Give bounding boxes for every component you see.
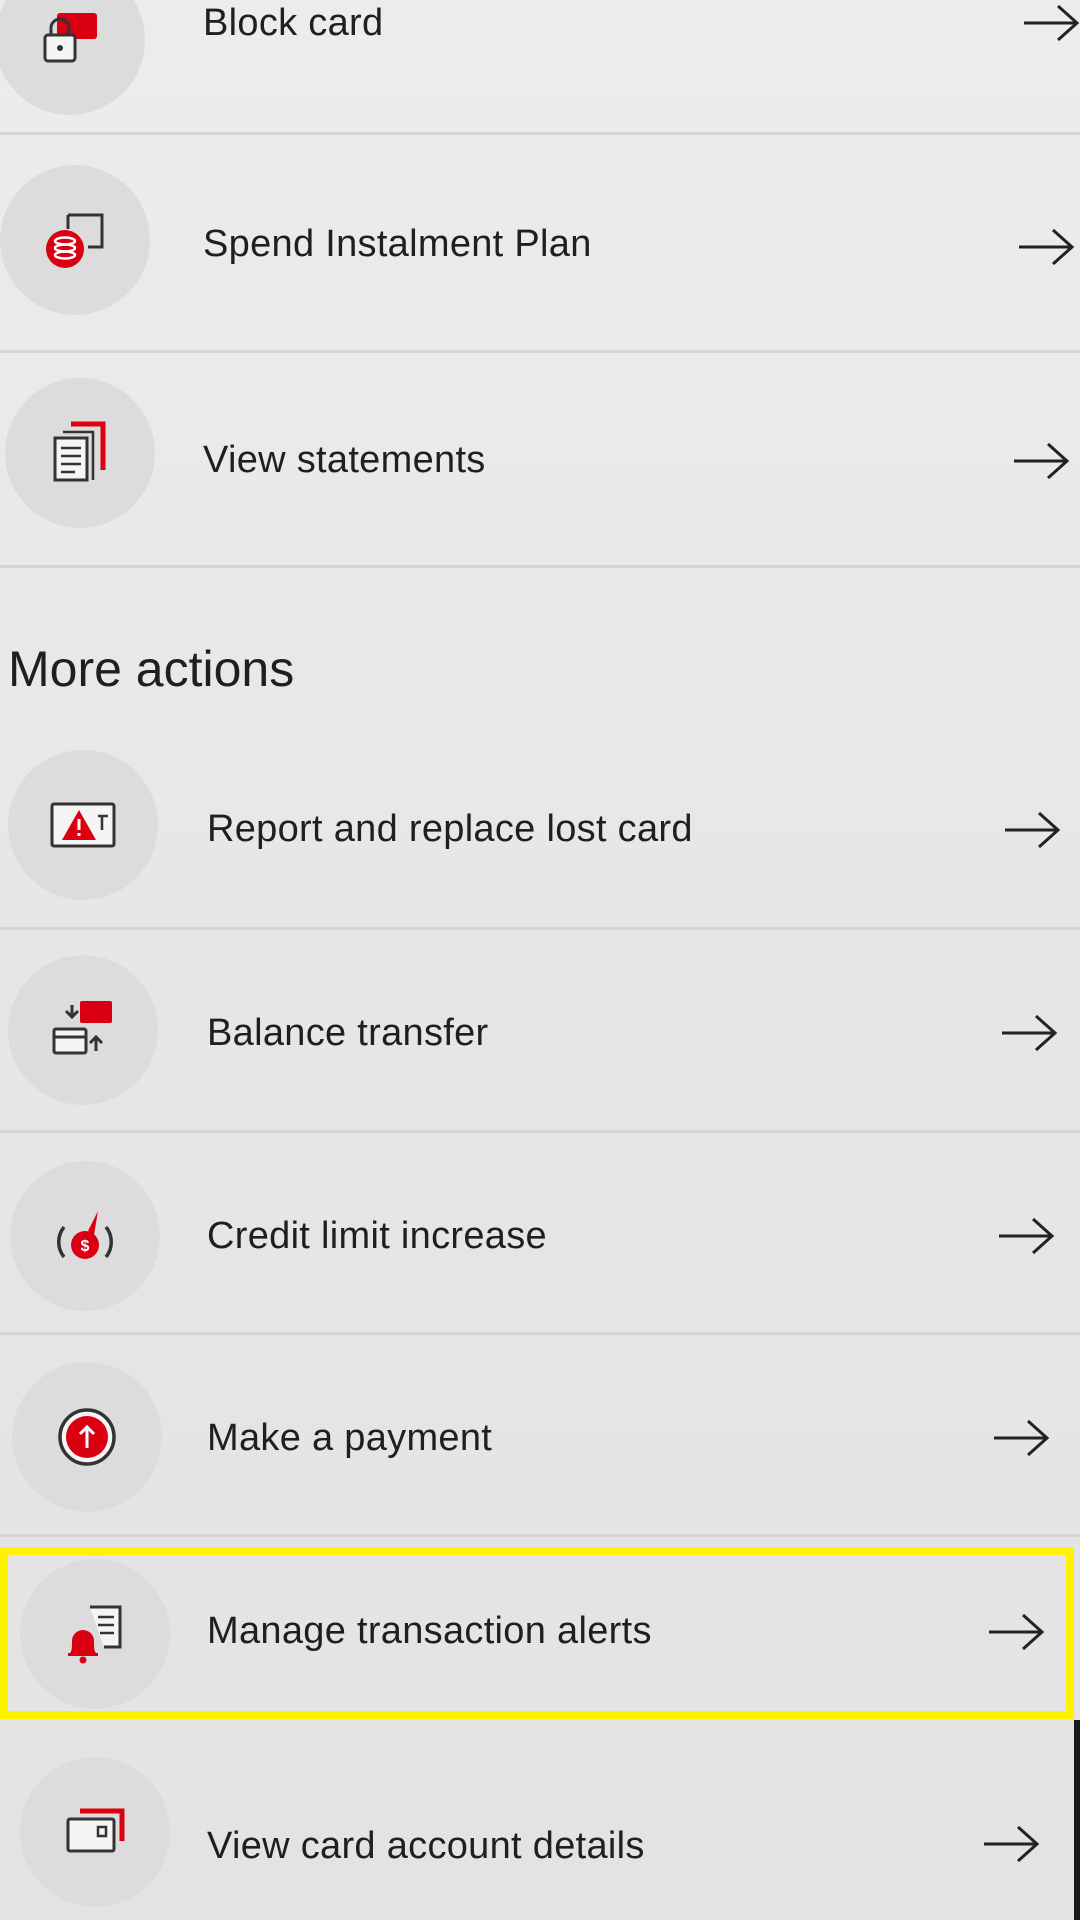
lock-card-icon	[43, 13, 97, 63]
statement-document-icon	[53, 421, 106, 482]
block-card-label: Block card	[203, 2, 384, 44]
arrow-right-icon	[1005, 811, 1061, 849]
spend-instalment-plan-label: Spend Instalment Plan	[203, 223, 592, 265]
more-actions-heading: More actions	[8, 641, 295, 697]
card-details-icon-circle	[20, 1757, 170, 1907]
credit-limit-icon-circle: $	[10, 1161, 160, 1311]
arrow-right-icon	[1019, 228, 1075, 266]
arrow-right-icon	[1014, 442, 1070, 480]
spend-instalment-icon-circle	[0, 165, 150, 315]
balance-transfer-icon-circle	[8, 955, 158, 1105]
block-card-row[interactable]: Block card	[0, 0, 1080, 135]
arrow-right-icon	[1024, 4, 1080, 42]
bell-alert-icon	[68, 1605, 122, 1664]
view-statements-icon-circle	[5, 378, 155, 528]
device-edge	[1074, 1720, 1080, 1920]
payment-up-arrow-icon	[58, 1408, 116, 1466]
make-payment-icon-circle	[12, 1362, 162, 1512]
manage-transaction-alerts-label: Manage transaction alerts	[207, 1610, 652, 1652]
report-lost-card-icon-circle	[8, 750, 158, 900]
credit-limit-increase-label: Credit limit increase	[207, 1215, 547, 1257]
view-statements-label: View statements	[203, 439, 486, 481]
svg-text:$: $	[81, 1238, 90, 1255]
report-replace-lost-card-row[interactable]: Report and replace lost card	[0, 735, 1080, 930]
arrow-right-icon	[1002, 1014, 1058, 1052]
block-card-icon-circle	[0, 0, 145, 115]
balance-transfer-row[interactable]: Balance transfer	[0, 930, 1080, 1133]
card-details-icon	[66, 1808, 125, 1853]
divider	[0, 565, 1080, 568]
arrow-right-icon	[989, 1613, 1045, 1651]
report-replace-lost-card-label: Report and replace lost card	[207, 808, 693, 850]
arrow-right-icon	[999, 1217, 1055, 1255]
make-a-payment-row[interactable]: Make a payment	[0, 1335, 1080, 1537]
arrow-right-icon	[984, 1825, 1040, 1863]
view-card-account-details-row[interactable]: View card account details	[0, 1722, 1080, 1920]
dollar-gauge-icon: $	[56, 1211, 114, 1259]
balance-transfer-label: Balance transfer	[207, 1012, 489, 1054]
manage-alerts-icon-circle	[20, 1559, 170, 1709]
arrow-right-icon	[994, 1419, 1050, 1457]
coins-card-icon	[46, 213, 104, 268]
spend-instalment-plan-row[interactable]: Spend Instalment Plan	[0, 135, 1080, 353]
view-card-account-details-label: View card account details	[207, 1825, 645, 1867]
manage-transaction-alerts-row[interactable]: Manage transaction alerts	[0, 1537, 1080, 1722]
card-actions-screen: Block card Spend Instalment Plan View st…	[0, 0, 1080, 1920]
credit-limit-increase-row[interactable]: $ Credit limit increase	[0, 1133, 1080, 1335]
transfer-cards-icon	[52, 1001, 112, 1055]
view-statements-row[interactable]: View statements	[0, 353, 1080, 568]
warning-card-icon	[50, 802, 116, 848]
make-a-payment-label: Make a payment	[207, 1417, 493, 1459]
